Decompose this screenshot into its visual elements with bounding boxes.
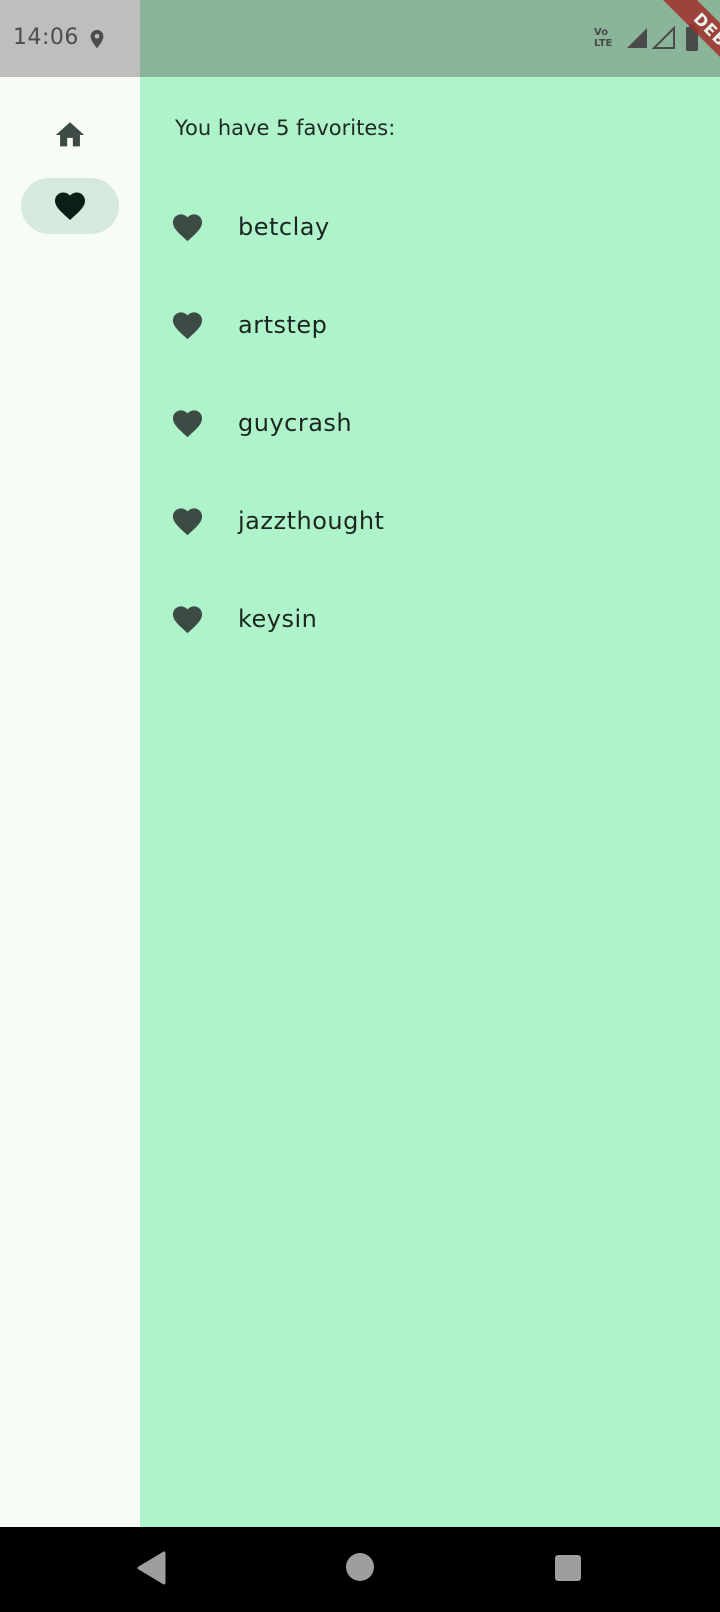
back-icon[interactable] <box>136 1551 166 1585</box>
list-item-label: keysin <box>238 605 318 633</box>
list-item-label: jazzthought <box>238 507 385 535</box>
heart-icon <box>172 606 203 634</box>
navigation-rail <box>0 77 140 1527</box>
nav-destination-home[interactable] <box>30 107 110 163</box>
heart-icon <box>55 192 85 221</box>
list-item[interactable]: jazzthought <box>140 473 720 571</box>
status-bar: 14:06 Vo LTE <box>0 0 720 77</box>
status-time: 14:06 <box>13 25 79 50</box>
volte-label-bottom: LTE <box>594 38 613 49</box>
cell-signal-secondary-icon <box>652 26 675 49</box>
cell-signal-icon <box>627 28 647 48</box>
heart-icon <box>172 312 203 340</box>
list-item[interactable]: betclay <box>140 179 720 277</box>
list-item-label: betclay <box>238 213 330 241</box>
list-item[interactable]: keysin <box>140 571 720 669</box>
volte-label-top: Vo <box>594 27 609 38</box>
home-circle-icon[interactable] <box>345 1552 375 1582</box>
favorites-page: You have 5 favorites: betclay artstep gu… <box>140 77 720 1527</box>
list-item-label: guycrash <box>238 409 353 437</box>
list-item-label: artstep <box>238 311 328 339</box>
system-navigation-bar <box>0 1527 720 1612</box>
heart-icon <box>172 214 203 242</box>
nav-destination-favorites[interactable] <box>21 178 119 234</box>
volte-icon: Vo LTE <box>594 27 620 51</box>
location-pin-icon <box>90 29 104 49</box>
heart-icon <box>172 508 203 536</box>
list-item[interactable]: guycrash <box>140 375 720 473</box>
list-item[interactable]: artstep <box>140 277 720 375</box>
favorites-list: betclay artstep guycrash jazzthought key… <box>140 179 720 669</box>
battery-icon <box>686 24 698 51</box>
home-icon <box>55 122 85 147</box>
heart-icon <box>172 410 203 438</box>
recents-icon[interactable] <box>554 1554 582 1582</box>
favorites-count-text: You have 5 favorites: <box>175 116 396 140</box>
